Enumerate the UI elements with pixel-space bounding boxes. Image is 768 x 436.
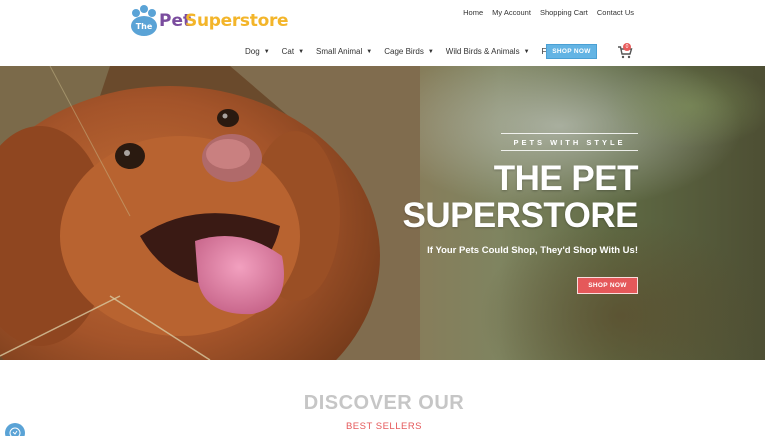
paw-logo-icon: The [131,5,157,36]
hero-title: THE PET SUPERSTORE [402,160,638,234]
chevron-down-icon: ▼ [366,48,373,55]
hero-tagline-frame: PETS WITH STYLE [501,133,638,151]
section-subheading: BEST SELLERS [345,421,423,432]
shop-now-header-button[interactable]: SHOP NOW [546,44,597,59]
dog-hero-image [0,66,420,360]
accessibility-widget-button[interactable] [5,423,25,436]
menu-wild-birds[interactable]: Wild Birds & Animals ▼ [446,47,530,56]
chevron-down-icon: ▼ [523,48,530,55]
logo-superstore-text: Superstore [185,11,289,31]
hero-title-line2: SUPERSTORE [402,196,638,235]
menu-cage-birds[interactable]: Cage Birds ▼ [384,47,434,56]
hero-banner: PETS WITH STYLE THE PET SUPERSTORE If Yo… [0,66,768,360]
menu-dog[interactable]: Dog ▼ [245,47,270,56]
site-header: The Pet Superstore Home My Account Shopp… [0,0,768,66]
top-utility-nav: Home My Account Shopping Cart Contact Us [463,8,634,17]
site-logo[interactable]: The Pet Superstore [127,4,289,38]
menu-wild-birds-label: Wild Birds & Animals [445,47,520,56]
nav-contact-us-link[interactable]: Contact Us [597,8,634,17]
chevron-down-icon: ▼ [298,48,305,55]
hero-subtitle: If Your Pets Could Shop, They'd Shop Wit… [427,245,638,256]
nav-shopping-cart-link[interactable]: Shopping Cart [540,8,588,17]
hero-text-block: PETS WITH STYLE THE PET SUPERSTORE If Yo… [380,66,638,360]
hero-title-line1: THE PET [493,159,639,198]
menu-small-animal-label: Small Animal [316,47,363,56]
menu-cage-birds-label: Cage Birds [384,47,424,56]
chevron-down-icon: ▼ [427,48,434,55]
menu-cat-label: Cat [281,47,295,56]
logo-the-text: The [136,22,153,31]
section-heading: DISCOVER OUR [303,392,465,414]
accessibility-icon [9,427,21,436]
main-category-nav: Dog ▼ Cat ▼ Small Animal ▼ Cage Birds ▼ Wild… [245,47,579,56]
hero-tagline: PETS WITH STYLE [513,137,626,147]
menu-cat[interactable]: Cat ▼ [282,47,304,56]
menu-small-animal[interactable]: Small Animal ▼ [316,47,372,56]
chevron-down-icon: ▼ [263,48,270,55]
menu-dog-label: Dog [245,47,260,56]
nav-home-link[interactable]: Home [463,8,483,17]
shop-now-hero-button[interactable]: SHOP NOW [577,277,638,294]
cart-count-badge: 0 [623,43,631,51]
nav-my-account-link[interactable]: My Account [492,8,531,17]
